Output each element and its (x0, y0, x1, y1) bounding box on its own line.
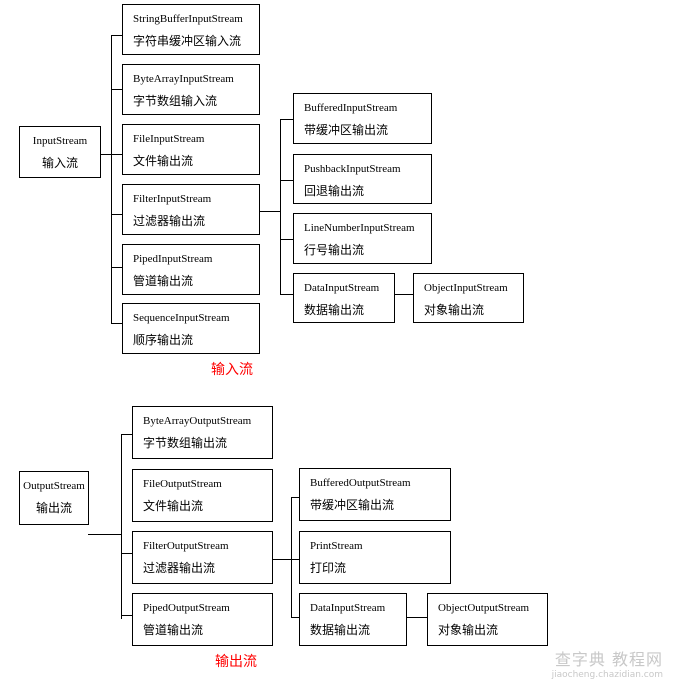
node-datainputstream-output: DataInputStream 数据输出流 (299, 593, 407, 646)
node-en: BufferedOutputStream (310, 477, 411, 489)
input-stream-root: InputStream 输入流 (19, 126, 101, 178)
node-cn: 对象输出流 (438, 623, 499, 637)
input-caption: 输入流 (211, 362, 253, 378)
node-en: PipedInputStream (133, 253, 213, 265)
connector (111, 267, 122, 268)
node-stringbufferinputstream: StringBufferInputStream 字符串缓冲区输入流 (122, 4, 260, 55)
node-cn: 文件输出流 (133, 154, 194, 168)
node-cn: 数据输出流 (310, 623, 371, 637)
node-objectinputstream: ObjectInputStream 对象输出流 (413, 273, 524, 323)
node-cn: 字节数组输入流 (133, 94, 218, 108)
node-cn: 回退输出流 (304, 184, 365, 198)
node-en: ObjectOutputStream (438, 602, 530, 614)
node-bufferedinputstream: BufferedInputStream 带缓冲区输出流 (293, 93, 432, 144)
connector (111, 323, 122, 324)
node-cn: 行号输出流 (304, 243, 365, 257)
connector (100, 154, 111, 155)
node-bufferedoutputstream: BufferedOutputStream 带缓冲区输出流 (299, 468, 451, 521)
node-en: PipedOutputStream (143, 602, 230, 614)
connector (111, 35, 122, 36)
output-trunk-line (121, 434, 122, 619)
node-cn: 管道输出流 (143, 623, 204, 637)
watermark: 查字典 教程网 jiaocheng.chazidian.com (552, 646, 663, 680)
filter-input-trunk-line (280, 119, 281, 295)
node-cn: 打印流 (310, 561, 347, 575)
connector (121, 434, 132, 435)
node-filterinputstream: FilterInputStream 过滤器输出流 (122, 184, 260, 235)
connector (280, 180, 293, 181)
node-printstream: PrintStream 打印流 (299, 531, 451, 584)
node-fileoutputstream: FileOutputStream 文件输出流 (132, 469, 273, 522)
node-datainputstream: DataInputStream 数据输出流 (293, 273, 395, 323)
connector (111, 89, 122, 90)
node-en: ObjectInputStream (424, 282, 508, 294)
node-cn: 顺序输出流 (133, 333, 194, 347)
node-cn: 字节数组输出流 (143, 436, 228, 450)
connector (121, 553, 132, 554)
connector (406, 617, 427, 618)
connector (394, 294, 413, 295)
connector (111, 214, 122, 215)
watermark-url: jiaocheng.chazidian.com (551, 670, 663, 680)
node-bytearrayinputstream: ByteArrayInputStream 字节数组输入流 (122, 64, 260, 115)
node-linenumberinputstream: LineNumberInputStream 行号输出流 (293, 213, 432, 264)
connector (280, 239, 293, 240)
node-cn: 数据输出流 (304, 303, 365, 317)
node-en: DataInputStream (310, 602, 386, 614)
connector (272, 559, 299, 560)
node-en: OutputStream (23, 480, 85, 492)
node-cn: 过滤器输出流 (143, 561, 216, 575)
node-en: FilterInputStream (133, 193, 212, 205)
node-objectoutputstream: ObjectOutputStream 对象输出流 (427, 593, 548, 646)
node-en: DataInputStream (304, 282, 380, 294)
node-pipedinputstream: PipedInputStream 管道输出流 (122, 244, 260, 295)
node-en: FileOutputStream (143, 478, 222, 490)
node-cn: 对象输出流 (424, 303, 485, 317)
node-en: SequenceInputStream (133, 312, 230, 324)
node-en: FileInputStream (133, 133, 205, 145)
io-stream-diagram: InputStream 输入流 StringBufferInputStream … (0, 0, 675, 684)
node-en: LineNumberInputStream (304, 222, 415, 234)
node-en: ByteArrayInputStream (133, 73, 234, 85)
node-pipedoutputstream: PipedOutputStream 管道输出流 (132, 593, 273, 646)
node-cn: 输出流 (35, 501, 72, 515)
node-en: PrintStream (310, 540, 363, 552)
node-cn: 字符串缓冲区输入流 (133, 34, 242, 48)
node-cn: 管道输出流 (133, 274, 194, 288)
connector (291, 497, 299, 498)
node-cn: 输入流 (41, 156, 78, 170)
filter-output-trunk-line (291, 497, 292, 618)
node-cn: 过滤器输出流 (133, 214, 206, 228)
node-cn: 带缓冲区输出流 (304, 123, 389, 137)
node-en: ByteArrayOutputStream (143, 415, 252, 427)
input-trunk-line (111, 35, 112, 324)
node-en: PushbackInputStream (304, 163, 401, 175)
connector (280, 119, 293, 120)
node-fileinputstream: FileInputStream 文件输出流 (122, 124, 260, 175)
node-cn: 文件输出流 (143, 499, 204, 513)
connector (259, 211, 280, 212)
connector (111, 154, 122, 155)
node-bytearrayoutputstream: ByteArrayOutputStream 字节数组输出流 (132, 406, 273, 459)
connector (100, 534, 121, 535)
connector (280, 294, 293, 295)
node-en: InputStream (32, 135, 88, 147)
node-en: StringBufferInputStream (133, 13, 243, 25)
output-caption: 输出流 (215, 654, 257, 670)
connector (291, 617, 299, 618)
connector (88, 534, 100, 535)
node-sequenceinputstream: SequenceInputStream 顺序输出流 (122, 303, 260, 354)
connector (121, 615, 132, 616)
node-filteroutputstream: FilterOutputStream 过滤器输出流 (132, 531, 273, 584)
watermark-title: 查字典 教程网 (554, 650, 663, 669)
output-stream-root: OutputStream 输出流 (19, 471, 89, 525)
node-pushbackinputstream: PushbackInputStream 回退输出流 (293, 154, 432, 204)
node-en: BufferedInputStream (304, 102, 398, 114)
node-en: FilterOutputStream (143, 540, 229, 552)
node-cn: 带缓冲区输出流 (310, 498, 395, 512)
